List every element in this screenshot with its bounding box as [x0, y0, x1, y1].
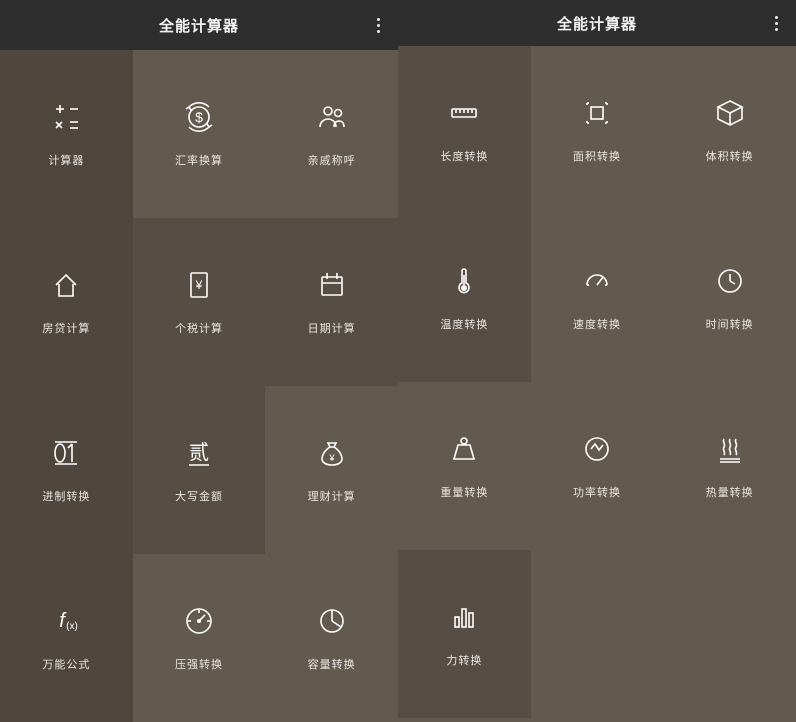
tile-heat[interactable]: 热量转换	[663, 382, 796, 550]
tile-formula[interactable]: 万能公式	[0, 554, 133, 722]
tile-label: 计算器	[48, 152, 84, 168]
tile-area[interactable]: 面积转换	[531, 46, 664, 214]
tile-tax[interactable]: 个税计算	[133, 218, 266, 386]
tile-volume[interactable]: 体积转换	[663, 46, 796, 214]
tile-label: 温度转换	[440, 316, 488, 332]
tile-label: 万能公式	[42, 656, 90, 672]
pie-icon	[315, 604, 349, 638]
tile-date[interactable]: 日期计算	[265, 218, 398, 386]
thermo-icon	[447, 264, 481, 298]
currency-icon	[182, 100, 216, 134]
moneybag-icon	[315, 436, 349, 470]
panel-left: 全能计算器 计算器 汇率换算 亲戚称呼房贷计算 个税计算 日期计算进制转换 大写金额 理财计…	[0, 0, 398, 704]
tile-label: 长度转换	[440, 148, 488, 164]
tile-label: 速度转换	[573, 316, 621, 332]
tile-label: 重量转换	[440, 484, 488, 500]
tile-label: 个税计算	[175, 320, 223, 336]
weight-icon	[447, 432, 481, 466]
tile-label: 亲戚称呼	[308, 152, 356, 168]
calendar-icon	[315, 268, 349, 302]
gauge-icon	[182, 604, 216, 638]
binary-icon	[49, 436, 83, 470]
tile-relative[interactable]: 亲戚称呼	[265, 50, 398, 218]
clock-icon	[713, 264, 747, 298]
tile-label: 功率转换	[573, 484, 621, 500]
tile-label: 理财计算	[308, 488, 356, 504]
cube-icon	[713, 96, 747, 130]
more-menu-icon[interactable]	[766, 11, 786, 35]
tile-label: 大写金额	[175, 488, 223, 504]
grid-left: 计算器 汇率换算 亲戚称呼房贷计算 个税计算 日期计算进制转换 大写金额 理财计算万能公式 压…	[0, 50, 398, 704]
home-icon	[49, 268, 83, 302]
tile-pressure[interactable]: 压强转换	[133, 554, 266, 722]
tile-mortgage[interactable]: 房贷计算	[0, 218, 133, 386]
header-left: 全能计算器	[0, 0, 398, 50]
tile-speed[interactable]: 速度转换	[531, 214, 664, 382]
area-icon	[580, 96, 614, 130]
empty-tile	[531, 550, 664, 718]
tile-label: 汇率换算	[175, 152, 223, 168]
grid-right: 长度转换 面积转换 体积转换温度转换 速度转换 时间转换重量转换 功率转换 热量转换力转换	[398, 46, 796, 704]
heat-icon	[713, 432, 747, 466]
tile-temperature[interactable]: 温度转换	[398, 214, 531, 382]
calc-icon	[49, 100, 83, 134]
bars-icon	[447, 600, 481, 634]
tile-weight[interactable]: 重量转换	[398, 382, 531, 550]
tile-label: 压强转换	[175, 656, 223, 672]
tile-time[interactable]: 时间转换	[663, 214, 796, 382]
tile-label: 力转换	[446, 652, 482, 668]
speed-icon	[580, 264, 614, 298]
tile-force[interactable]: 力转换	[398, 550, 531, 718]
tile-label: 热量转换	[706, 484, 754, 500]
fx-icon	[49, 604, 83, 638]
ruler-icon	[447, 96, 481, 130]
doc-yen-icon	[182, 268, 216, 302]
tile-radix[interactable]: 进制转换	[0, 386, 133, 554]
app-title-left: 全能计算器	[159, 15, 239, 36]
tile-volume-cap[interactable]: 容量转换	[265, 554, 398, 722]
tile-label: 进制转换	[42, 488, 90, 504]
people-icon	[315, 100, 349, 134]
tile-label: 容量转换	[308, 656, 356, 672]
tile-finance[interactable]: 理财计算	[265, 386, 398, 554]
tile-length[interactable]: 长度转换	[398, 46, 531, 214]
more-menu-icon[interactable]	[368, 13, 388, 37]
tile-label: 面积转换	[573, 148, 621, 164]
tile-label: 日期计算	[308, 320, 356, 336]
tile-label: 时间转换	[706, 316, 754, 332]
power-icon	[580, 432, 614, 466]
cn-num-icon	[182, 436, 216, 470]
tile-upper[interactable]: 大写金额	[133, 386, 266, 554]
app-title-right: 全能计算器	[557, 13, 637, 34]
tile-currency[interactable]: 汇率换算	[133, 50, 266, 218]
tile-label: 体积转换	[706, 148, 754, 164]
panel-right: 全能计算器 长度转换 面积转换 体积转换温度转换 速度转换 时间转换重量转换 功率转换 热量…	[398, 0, 796, 704]
header-right: 全能计算器	[398, 0, 796, 46]
tile-label: 房贷计算	[42, 320, 90, 336]
empty-tile	[663, 550, 796, 718]
tile-calculator[interactable]: 计算器	[0, 50, 133, 218]
tile-power[interactable]: 功率转换	[531, 382, 664, 550]
